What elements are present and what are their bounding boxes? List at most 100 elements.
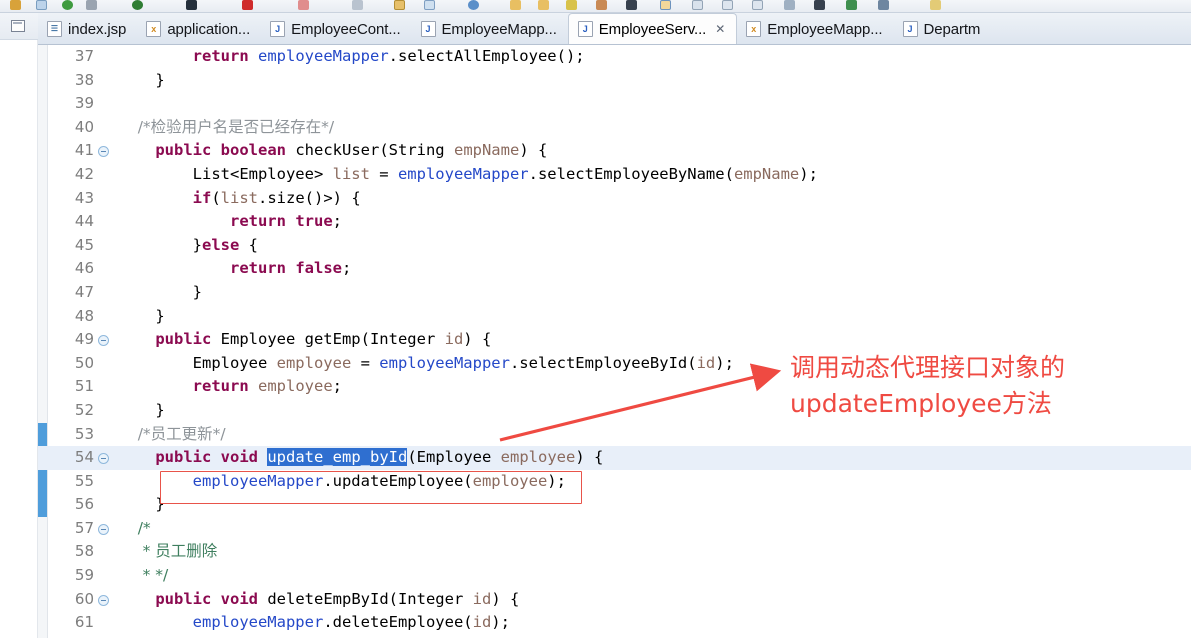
line-number: 55 [74, 471, 94, 490]
problems-icon[interactable] [752, 0, 763, 10]
code-line-text: /*员工更新*/ [118, 424, 226, 443]
restore-view-icon[interactable] [11, 20, 25, 32]
pin-icon[interactable] [878, 0, 889, 10]
outline-icon[interactable] [722, 0, 733, 10]
search-icon[interactable] [468, 0, 479, 10]
editor-tab-label: application... [167, 20, 251, 38]
next-annotation-icon[interactable] [352, 0, 363, 10]
save-icon[interactable] [10, 0, 21, 10]
code-line-text: if(list.size()>) { [192, 188, 361, 207]
close-icon[interactable]: ✕ [715, 23, 725, 35]
new-folder-icon[interactable] [394, 0, 405, 10]
bookmark-icon[interactable] [930, 0, 941, 10]
fold-collapse-icon[interactable] [98, 594, 109, 606]
stop-icon[interactable] [186, 0, 197, 10]
fold-collapse-icon[interactable] [98, 523, 109, 535]
terminate-icon[interactable] [242, 0, 253, 10]
filter-icon[interactable] [814, 0, 825, 10]
code-line-text: /*检验用户名是否已经存在*/ [118, 117, 335, 136]
line-number: 61 [74, 613, 94, 632]
editor-tab-employeecont[interactable]: J EmployeeCont... [261, 13, 411, 44]
code-line[interactable]: 57 /* [38, 517, 1191, 541]
open-type-icon[interactable] [424, 0, 435, 10]
fold-collapse-icon[interactable] [98, 335, 109, 347]
line-number: 39 [74, 94, 94, 113]
code-line[interactable]: 53 /*员工更新*/ [38, 423, 1191, 447]
code-line-text: Employee employee = employeeMapper.selec… [118, 353, 734, 372]
folder-a-icon[interactable] [510, 0, 521, 10]
main-toolbar[interactable] [0, 0, 1191, 13]
validate-icon[interactable] [846, 0, 857, 10]
code-line[interactable]: 60 public void deleteEmpById(Integer id)… [38, 588, 1191, 612]
code-line[interactable]: 44 return true; [38, 210, 1191, 234]
folder-b-icon[interactable] [538, 0, 549, 10]
code-line-text: /* [118, 518, 151, 537]
editor-tab-departm[interactable]: J Departm [894, 13, 992, 44]
fold-collapse-icon[interactable] [98, 453, 109, 465]
code-line[interactable]: 46 return false; [38, 257, 1191, 281]
code-line-text: * 员工删除 [118, 542, 218, 561]
line-number: 50 [74, 353, 94, 372]
code-line[interactable]: 48 } [38, 305, 1191, 329]
line-number: 59 [74, 566, 94, 585]
code-line[interactable]: 40 /*检验用户名是否已经存在*/ [38, 116, 1191, 140]
code-line[interactable]: 51 return employee; [38, 375, 1191, 399]
code-line[interactable]: 38 } [38, 69, 1191, 93]
code-line[interactable]: 59 * */ [38, 564, 1191, 588]
jsp-file-icon: ☰ [47, 21, 62, 37]
save-all-icon[interactable] [36, 0, 47, 10]
line-number: 52 [74, 400, 94, 419]
editor-tab-employeemapp[interactable]: J EmployeeMapp... [412, 13, 568, 44]
code-line[interactable]: 43 if(list.size()>) { [38, 187, 1191, 211]
line-number: 48 [74, 306, 94, 325]
code-line[interactable]: 45 }else { [38, 234, 1191, 258]
debug-icon[interactable] [86, 0, 97, 10]
forward-icon[interactable] [626, 0, 637, 10]
code-line-text: public boolean checkUser(String empName)… [155, 141, 548, 160]
code-line-text: return true; [229, 212, 342, 231]
code-line[interactable]: 47 } [38, 281, 1191, 305]
code-line[interactable]: 39 [38, 92, 1191, 116]
code-line[interactable]: 55 employeeMapper.updateEmployee(employe… [38, 470, 1191, 494]
editor-tab-employeeserv[interactable]: J EmployeeServ... ✕ [567, 13, 738, 44]
editor-tab-indexjsp[interactable]: ☰ index.jsp [38, 13, 137, 44]
editor-tab-application[interactable]: x application... [137, 13, 261, 44]
back-icon[interactable] [596, 0, 607, 10]
code-line[interactable]: 58 * 员工删除 [38, 540, 1191, 564]
editor-tab-employeemapp[interactable]: x EmployeeMapp... [737, 13, 893, 44]
code-line[interactable]: 37 return employeeMapper.selectAllEmploy… [38, 45, 1191, 69]
code-line[interactable]: 56 } [38, 493, 1191, 517]
line-number: 58 [74, 542, 94, 561]
editor-tab-label: Departm [923, 20, 981, 38]
editor-tab-label: EmployeeCont... [291, 20, 401, 38]
code-line[interactable]: 54 public void update_emp_byId(Employee … [38, 446, 1191, 470]
code-line[interactable]: 41 public boolean checkUser(String empNa… [38, 139, 1191, 163]
line-number: 56 [74, 495, 94, 514]
code-line-text: } [118, 70, 165, 89]
code-line[interactable]: 49 public Employee getEmp(Integer id) { [38, 328, 1191, 352]
build-icon[interactable] [132, 0, 143, 10]
line-number: 40 [74, 117, 94, 136]
line-number: 49 [74, 330, 94, 349]
code-line-text: } [118, 495, 165, 514]
run-icon[interactable] [62, 0, 73, 10]
close-console-icon[interactable] [298, 0, 309, 10]
code-editor[interactable]: 37 return employeeMapper.selectAllEmploy… [38, 45, 1191, 638]
code-line[interactable]: 50 Employee employee = employeeMapper.se… [38, 352, 1191, 376]
code-line-text: employeeMapper.updateEmployee(employee); [192, 471, 566, 490]
line-number: 47 [74, 282, 94, 301]
console-icon[interactable] [692, 0, 703, 10]
perspective-icon[interactable] [660, 0, 671, 10]
chevron-down-icon[interactable] [784, 0, 795, 10]
code-line-text: * */ [118, 566, 169, 585]
editor-tab-label: index.jsp [68, 20, 127, 38]
editor-tab-bar[interactable]: ☰ index.jsp x application... J EmployeeCont..… [38, 13, 1191, 45]
code-line[interactable]: 52 } [38, 399, 1191, 423]
code-line[interactable]: 61 employeeMapper.deleteEmployee(id); [38, 611, 1191, 635]
quickfix-icon[interactable] [566, 0, 577, 10]
source-code-area[interactable]: 37 return employeeMapper.selectAllEmploy… [38, 45, 1191, 638]
fold-collapse-icon[interactable] [98, 146, 109, 158]
code-line[interactable]: 42 List<Employee> list = employeeMapper.… [38, 163, 1191, 187]
code-line-text: return false; [229, 259, 352, 278]
line-number: 42 [74, 164, 94, 183]
